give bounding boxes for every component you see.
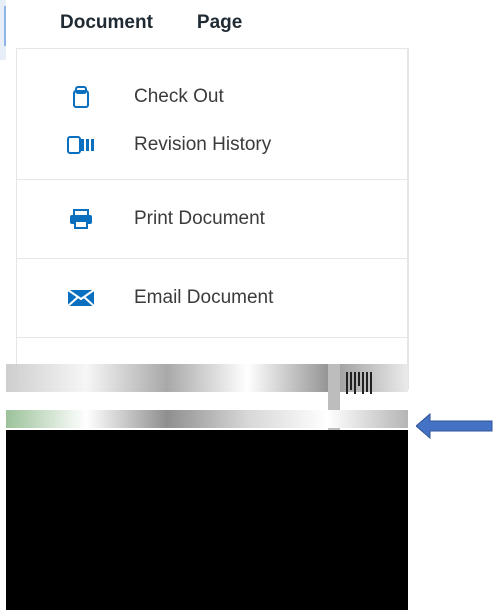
menu-item-label: Check Out	[134, 86, 224, 107]
document-menu: Check Out Revision History Print Documen…	[16, 48, 409, 390]
menu-section-email: Email Document	[17, 259, 407, 338]
menu-item-revision-history[interactable]: Revision History	[17, 125, 407, 165]
menu-tabs: Document Page	[60, 12, 242, 42]
email-icon	[65, 286, 97, 310]
menu-section-checkout: Check Out Revision History	[17, 49, 407, 180]
menu-item-check-out[interactable]: Check Out	[17, 77, 407, 117]
revision-history-icon	[65, 133, 97, 157]
checkout-icon	[65, 85, 97, 109]
printer-icon	[65, 207, 97, 231]
menu-item-label: Revision History	[134, 134, 272, 155]
garbled-bars	[346, 372, 386, 394]
menu-section-print: Print Document	[17, 180, 407, 259]
tab-page[interactable]: Page	[197, 12, 242, 42]
left-edge-accent	[4, 6, 6, 46]
left-edge-bar	[0, 0, 6, 60]
menu-item-label: Email Document	[134, 287, 274, 308]
tab-document[interactable]: Document	[60, 12, 153, 42]
garbled-region-bottom	[6, 410, 408, 428]
menu-item-email-document[interactable]: Email Document	[17, 278, 407, 318]
menu-item-print-document[interactable]: Print Document	[17, 199, 407, 239]
redacted-black-block	[6, 430, 408, 610]
menu-item-label: Print Document	[134, 208, 265, 229]
callout-arrow-icon	[416, 412, 493, 440]
